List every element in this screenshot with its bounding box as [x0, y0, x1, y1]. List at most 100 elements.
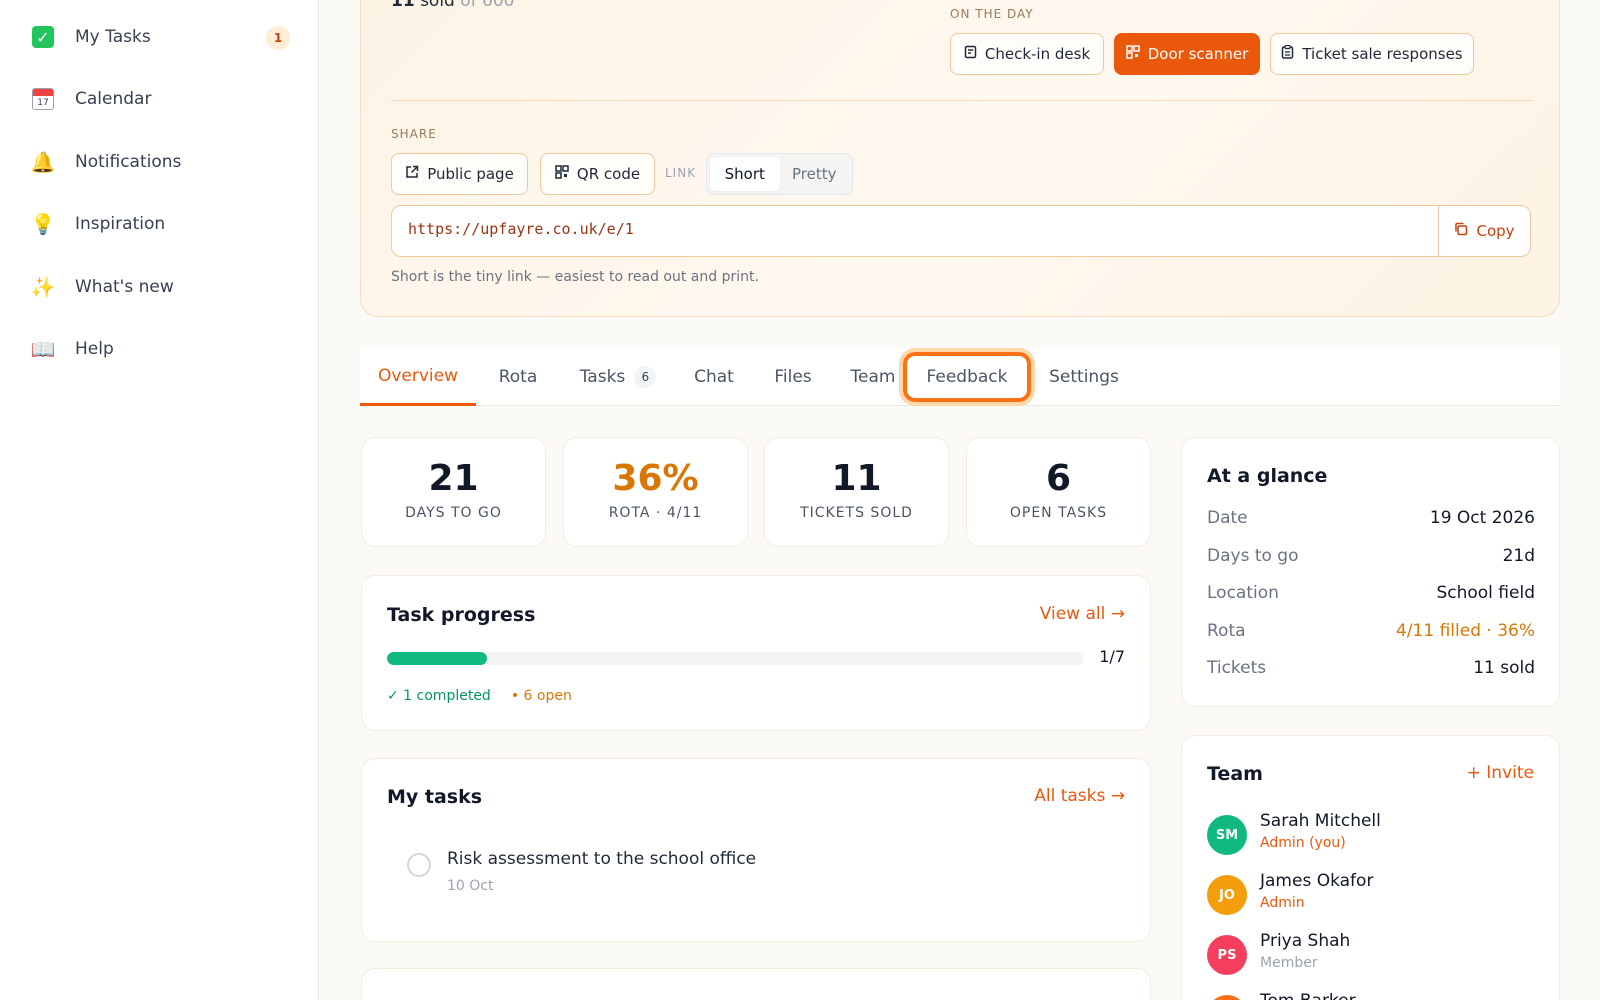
- all-tasks-link[interactable]: All tasks →: [1034, 786, 1125, 806]
- stat-value: 21: [428, 458, 479, 499]
- tab-files[interactable]: Files: [762, 348, 824, 406]
- book-icon: 📖: [30, 337, 56, 361]
- tab-overview[interactable]: Overview: [360, 348, 476, 406]
- tab-chat[interactable]: Chat: [684, 348, 744, 406]
- sidebar-item-label: Calendar: [75, 89, 152, 109]
- qr-scan-icon: [1125, 45, 1140, 63]
- check-in-desk-button[interactable]: Check-in desk: [950, 33, 1104, 75]
- task-date: 10 Oct: [447, 878, 494, 894]
- avatar: JO: [1207, 875, 1247, 915]
- task-checkbox[interactable]: [407, 853, 431, 877]
- invite-link[interactable]: + Invite: [1467, 763, 1534, 783]
- tasks-count-badge: 6: [634, 366, 657, 388]
- ticket-sale-responses-button[interactable]: Ticket sale responses: [1270, 33, 1474, 75]
- link-hint-text: Short is the tiny link — easiest to read…: [391, 269, 759, 285]
- card-title: At a glance: [1207, 465, 1328, 487]
- link-option-short[interactable]: Short: [710, 157, 780, 191]
- qr-code-icon: [555, 165, 569, 183]
- share-label: SHARE: [391, 127, 437, 141]
- team-card: Team + Invite SM Sarah Mitchell Admin (y…: [1181, 735, 1560, 1000]
- task-name[interactable]: Risk assessment to the school office: [447, 849, 756, 869]
- avatar: SM: [1207, 815, 1247, 855]
- sidebar-item-inspiration[interactable]: 💡 Inspiration: [30, 204, 290, 244]
- sidebar-item-notifications[interactable]: 🔔 Notifications: [30, 142, 290, 182]
- member-role: Admin: [1260, 895, 1305, 911]
- next-card: [361, 968, 1151, 1000]
- avatar: TB: [1207, 995, 1247, 1000]
- tab-tasks[interactable]: Tasks 6: [570, 348, 666, 406]
- sidebar-item-label: Inspiration: [75, 214, 166, 234]
- stat-label: TICKETS SOLD: [800, 505, 913, 521]
- qr-code-button[interactable]: QR code: [540, 153, 655, 195]
- sidebar-item-calendar[interactable]: 17 Calendar: [30, 79, 290, 119]
- sidebar-item-my-tasks[interactable]: ✓ My Tasks 1: [30, 17, 290, 57]
- card-title: Team: [1207, 763, 1263, 785]
- sidebar-item-label: What's new: [75, 277, 174, 297]
- avatar: PS: [1207, 935, 1247, 975]
- stat-rota: 36% ROTA · 4/11: [563, 437, 748, 547]
- section-divider: [391, 100, 1531, 101]
- glance-row-days-to-go: Days to go 21d: [1207, 546, 1535, 566]
- stat-open-tasks: 6 OPEN TASKS: [966, 437, 1151, 547]
- member-name: Sarah Mitchell: [1260, 811, 1381, 831]
- member-name: Priya Shah: [1260, 931, 1351, 951]
- stat-value: 11: [831, 458, 882, 499]
- copy-icon: [1454, 222, 1468, 240]
- stat-tickets-sold: 11 TICKETS SOLD: [764, 437, 949, 547]
- sidebar-item-help[interactable]: 📖 Help: [30, 329, 290, 369]
- task-progress-card: Task progress View all → 1/7 ✓ 1 complet…: [361, 575, 1151, 731]
- stat-label: OPEN TASKS: [1009, 505, 1108, 521]
- sidebar: ✓ My Tasks 1 17 Calendar 🔔 Notifications…: [0, 0, 319, 1000]
- open-count: • 6 open: [510, 688, 572, 704]
- event-tabs: Overview Rota Tasks 6 Chat Files Team Fe…: [360, 348, 1560, 406]
- tab-feedback[interactable]: Feedback: [903, 352, 1031, 402]
- task-progress-ratio: 1/7: [1099, 647, 1125, 666]
- glance-row-rota: Rota 4/11 filled · 36%: [1207, 621, 1535, 641]
- my-tasks-card: My tasks All tasks → Risk assessment to …: [361, 758, 1151, 942]
- tab-team[interactable]: Team: [842, 348, 904, 406]
- checkbox-icon: ✓: [30, 24, 56, 50]
- stat-value: 6: [1045, 458, 1072, 499]
- tab-rota[interactable]: Rota: [484, 348, 552, 406]
- bell-icon: 🔔: [30, 150, 56, 174]
- link-label: LINK: [665, 166, 697, 180]
- link-style-toggle: Short Pretty: [706, 153, 853, 195]
- stat-label: DAYS TO GO: [405, 505, 502, 521]
- event-share-card: 11 sold of 600 ON THE DAY Check-in desk …: [360, 0, 1560, 317]
- sidebar-item-whats-new[interactable]: ✨ What's new: [30, 267, 290, 307]
- at-a-glance-card: At a glance Date 19 Oct 2026 Days to go 21…: [1181, 437, 1560, 707]
- clipboard-list-icon: [1281, 44, 1294, 63]
- tickets-sold-line: 11 sold of 600: [391, 0, 515, 11]
- card-title: Task progress: [387, 604, 536, 626]
- stat-value: 36%: [612, 458, 699, 499]
- share-url-text: https://upfayre.co.uk/e/1: [408, 220, 634, 238]
- sparkles-icon: ✨: [30, 275, 56, 299]
- member-role: Admin (you): [1260, 835, 1346, 851]
- clipboard-icon: [964, 45, 977, 63]
- on-the-day-label: ON THE DAY: [950, 7, 1034, 21]
- sidebar-item-label: Help: [75, 339, 114, 359]
- public-page-button[interactable]: Public page: [391, 153, 528, 195]
- glance-row-location: Location School field: [1207, 583, 1535, 603]
- tab-settings[interactable]: Settings: [1041, 348, 1127, 406]
- share-url-field[interactable]: https://upfayre.co.uk/e/1 Copy: [391, 205, 1531, 257]
- glance-row-date: Date 19 Oct 2026: [1207, 508, 1535, 528]
- door-scanner-button[interactable]: Door scanner: [1114, 33, 1260, 75]
- link-option-pretty[interactable]: Pretty: [780, 157, 850, 191]
- task-progress-summary: ✓ 1 completed • 6 open: [387, 688, 572, 704]
- task-progress-bar: [387, 652, 1084, 665]
- calendar-icon: 17: [30, 86, 56, 112]
- completed-count: ✓ 1 completed: [387, 688, 491, 704]
- glance-row-tickets: Tickets 11 sold: [1207, 658, 1535, 678]
- member-name: James Okafor: [1260, 871, 1374, 891]
- sidebar-item-label: My Tasks: [75, 27, 151, 47]
- member-name: Tom Barker: [1260, 991, 1356, 1000]
- member-role: Member: [1260, 955, 1318, 971]
- external-link-icon: [405, 165, 419, 183]
- sidebar-item-label: Notifications: [75, 152, 182, 172]
- copy-url-button[interactable]: Copy: [1438, 206, 1530, 256]
- card-title: My tasks: [387, 786, 483, 808]
- view-all-link[interactable]: View all →: [1040, 604, 1125, 624]
- lightbulb-icon: 💡: [30, 212, 56, 236]
- stat-label: ROTA · 4/11: [608, 505, 703, 521]
